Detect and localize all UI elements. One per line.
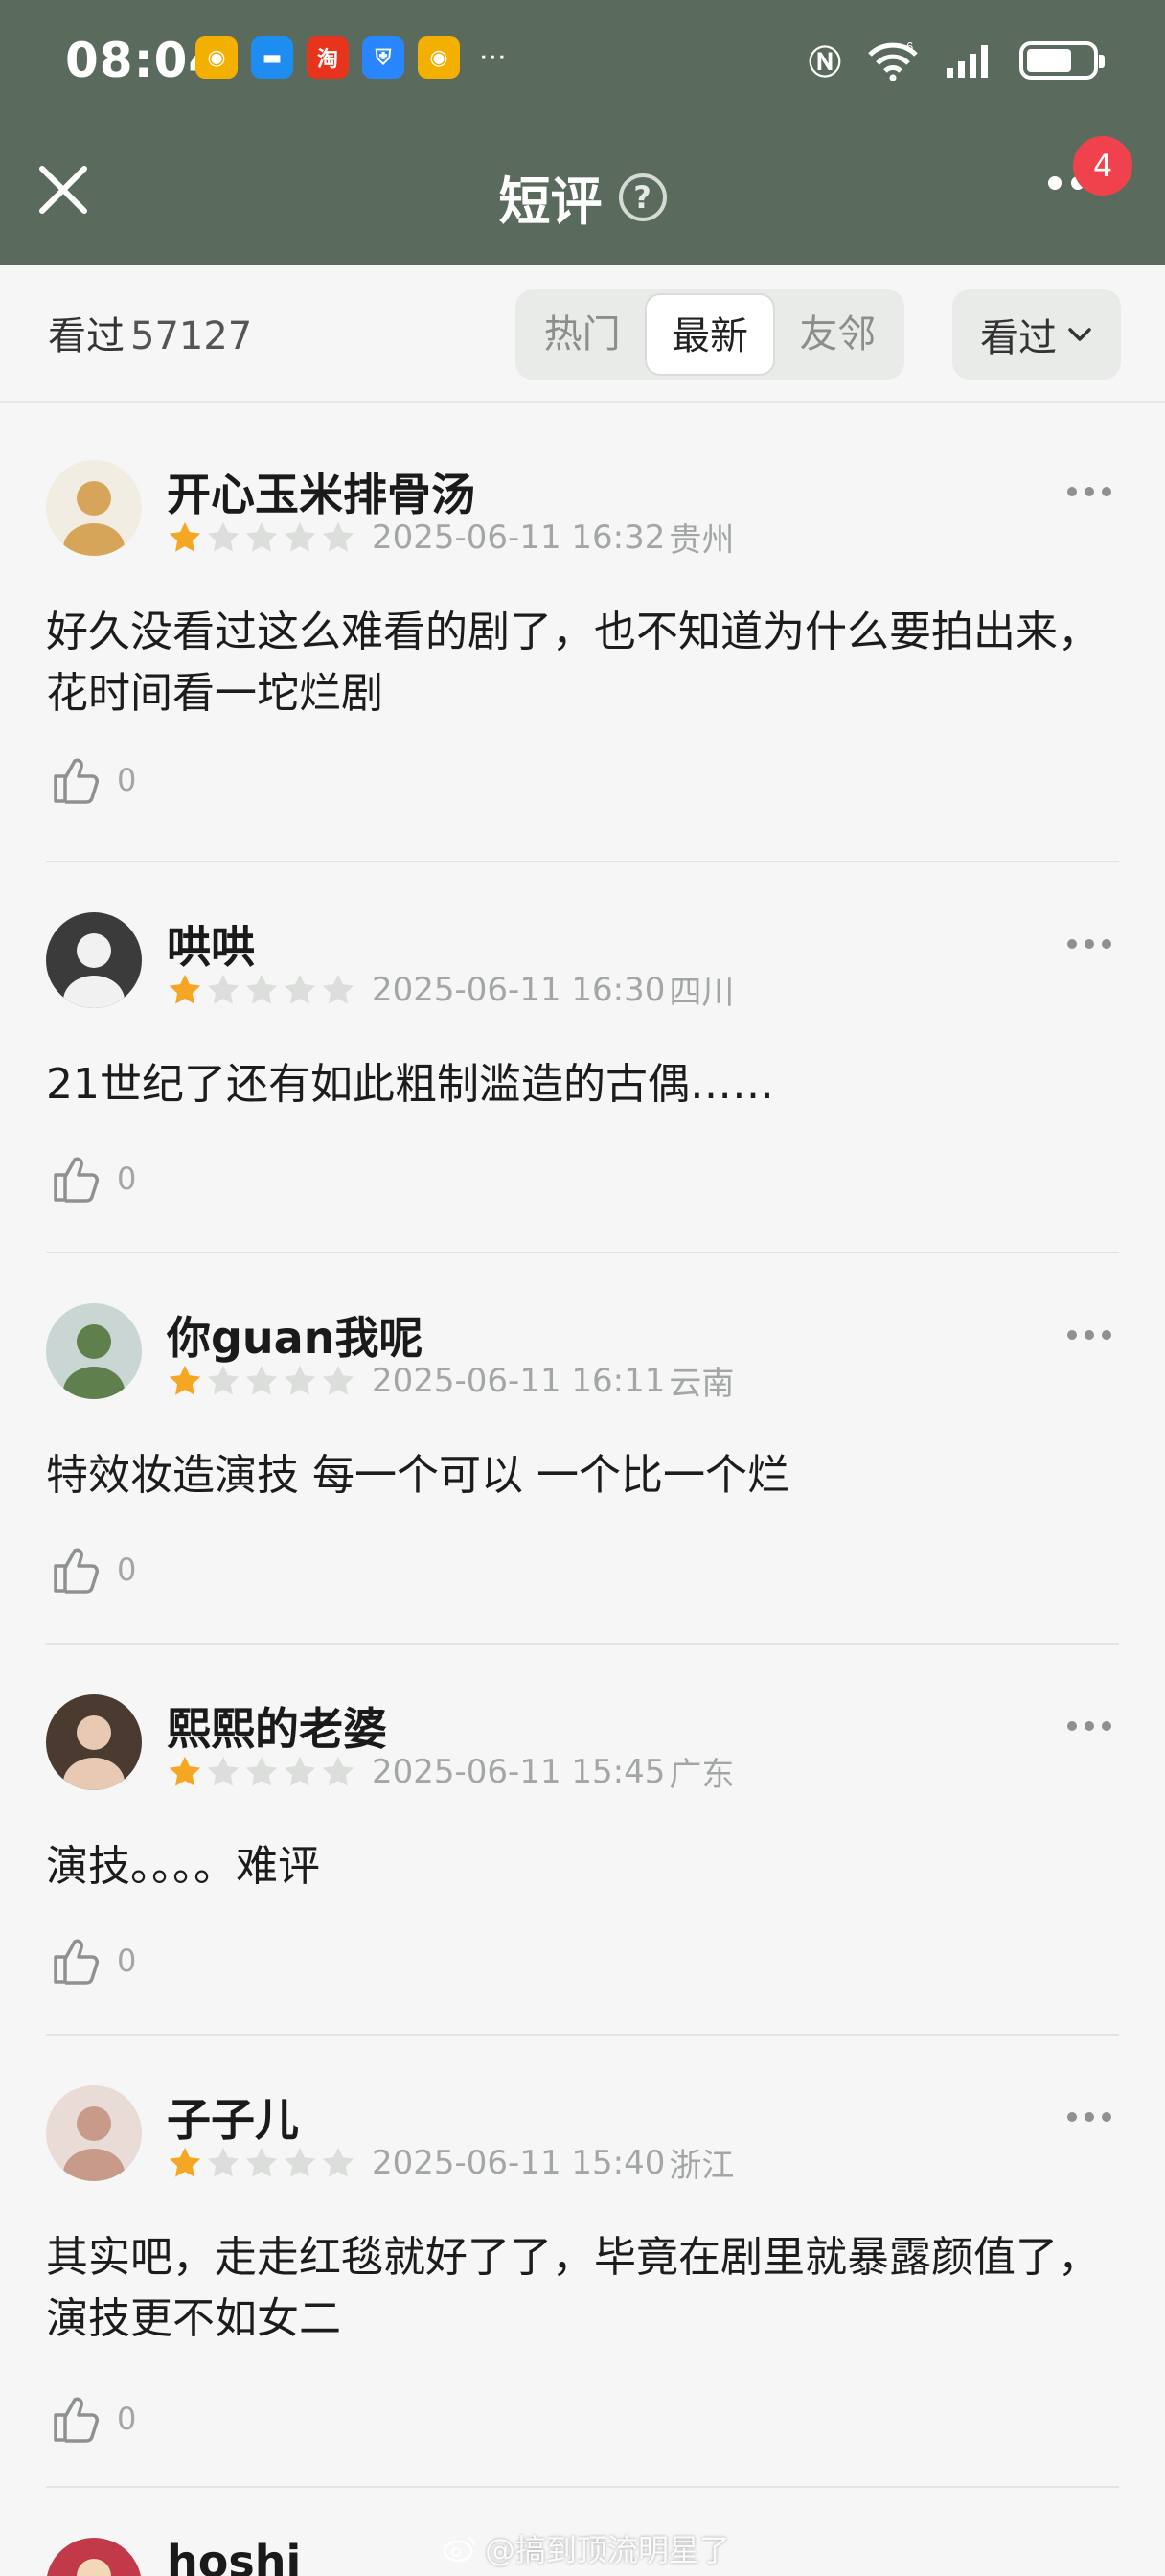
comment-more-button[interactable]	[1067, 2112, 1111, 2122]
comment-date: 2025-06-11 15:45	[372, 1752, 666, 1791]
weibo-icon: ◉	[418, 36, 460, 79]
like-button[interactable]: 0	[50, 753, 136, 807]
battery-icon	[1019, 40, 1105, 80]
username[interactable]: hoshi	[167, 2536, 301, 2576]
comment-more-button[interactable]	[1067, 939, 1111, 949]
thumbs-up-icon	[54, 1939, 99, 1985]
comment-date: 2025-06-11 16:30	[372, 970, 666, 1009]
comment-location: 四川	[669, 974, 735, 1012]
comment-item[interactable]: 子子儿 2025-06-11 15:40 浙江 其实吧，走走红毯就好了了，毕竟在剧里…	[46, 2036, 1119, 2488]
like-count: 0	[117, 1161, 137, 1197]
thumbs-up-icon	[54, 758, 99, 804]
more-notifications-indicator: ···	[479, 40, 507, 75]
comment-more-button[interactable]	[1067, 1721, 1111, 1731]
comment-text: 好久没看过这么难看的剧了，也不知道为什么要拍出来，花时间看一坨烂剧	[46, 608, 1100, 718]
comment-meta: 2025-06-11 16:11 云南	[167, 1357, 734, 1404]
user-avatar[interactable]	[46, 460, 142, 556]
wifi-icon: 6	[868, 39, 918, 80]
help-icon[interactable]: ?	[618, 172, 667, 221]
seen-filter-dropdown[interactable]: 看过	[952, 289, 1121, 380]
comment-location: 贵州	[669, 521, 735, 560]
like-button[interactable]: 0	[50, 1152, 136, 1206]
weibo-logo-icon	[443, 2536, 476, 2563]
star-rating	[167, 2145, 356, 2181]
comment-meta: 2025-06-11 15:40 浙江	[167, 2139, 734, 2186]
comment-date: 2025-06-11 16:11	[372, 1361, 666, 1400]
seen-filter-label: 看过	[980, 316, 1057, 360]
comment-more-button[interactable]	[1067, 487, 1111, 496]
user-avatar[interactable]	[46, 2085, 142, 2181]
page-title: 短评	[498, 172, 603, 232]
tab-latest[interactable]: 最新	[645, 293, 775, 376]
title-bar: 短评 ? 4	[0, 119, 1165, 264]
status-bar: 08:04 ◉ ▬ 淘 ⛨ ◉ ··· Ⓝ 6	[0, 0, 1165, 119]
filter-bar: 看过 57127 热门 最新 友邻 看过	[0, 264, 1165, 402]
thumbs-up-icon	[54, 1548, 99, 1594]
system-icons: Ⓝ 6	[809, 36, 1105, 83]
comment-date: 2025-06-11 15:40	[372, 2143, 666, 2182]
comment-meta: 2025-06-11 16:32 贵州	[167, 514, 734, 561]
thumbs-up-icon	[54, 1157, 99, 1203]
comment-item[interactable]: 你guan我呢 2025-06-11 16:11 云南 特效妆造演技 每一个可以 一…	[46, 1254, 1119, 1644]
star-rating	[167, 972, 356, 1008]
comment-location: 广东	[669, 1756, 735, 1794]
watermark: @搞到顶流明星了	[443, 2526, 730, 2570]
comment-more-button[interactable]	[1067, 1330, 1111, 1340]
like-button[interactable]: 0	[50, 1934, 136, 1988]
like-count: 0	[117, 1943, 137, 1979]
nfc-icon: Ⓝ	[809, 44, 841, 82]
star-rating	[167, 519, 356, 556]
comment-text: 21世纪了还有如此粗制滥造的古偶……	[46, 1060, 774, 1109]
chevron-down-icon	[1068, 328, 1091, 341]
star-rating	[167, 1754, 356, 1790]
weibo-lite-icon: ◉	[195, 36, 238, 79]
watermark-text: @搞到顶流明星了	[485, 2532, 731, 2568]
tab-friends[interactable]: 友邻	[775, 293, 901, 376]
taobao-icon: 淘	[307, 36, 349, 79]
sort-tabs: 热门 最新 友邻	[515, 289, 904, 380]
messages-icon: ▬	[251, 36, 293, 79]
seen-count: 看过 57127	[48, 305, 252, 360]
like-button[interactable]: 0	[50, 2392, 136, 2446]
comment-text: 演技。。。。难评	[46, 1842, 320, 1891]
user-avatar[interactable]	[46, 1694, 142, 1790]
like-count: 0	[117, 1552, 137, 1588]
like-button[interactable]: 0	[50, 1543, 136, 1597]
tab-hot[interactable]: 热门	[519, 293, 645, 376]
user-avatar[interactable]	[46, 1303, 142, 1399]
security-shield-icon: ⛨	[362, 36, 404, 79]
comment-location: 云南	[669, 1365, 735, 1403]
comment-date: 2025-06-11 16:32	[372, 518, 666, 557]
thumbs-up-icon	[54, 2397, 99, 2443]
network-type: 6	[906, 39, 913, 54]
comment-meta: 2025-06-11 15:45 广东	[167, 1748, 734, 1795]
signal-icon	[947, 44, 988, 78]
seen-count-label: 看过	[48, 314, 125, 358]
comment-text: 其实吧，走走红毯就好了了，毕竟在剧里就暴露颜值了，演技更不如女二	[46, 2233, 1100, 2343]
seen-count-number: 57127	[130, 314, 253, 358]
user-avatar[interactable]	[46, 2538, 142, 2576]
comment-text: 特效妆造演技 每一个可以 一个比一个烂	[46, 1451, 789, 1500]
like-count: 0	[117, 762, 137, 798]
comment-meta: 2025-06-11 16:30 四川	[167, 966, 734, 1013]
comment-location: 浙江	[669, 2147, 735, 2185]
user-avatar[interactable]	[46, 912, 142, 1008]
comment-item[interactable]: 开心玉米排骨汤 2025-06-11 16:32 贵州 好久没看过这么难看的剧了，也…	[46, 410, 1119, 862]
comment-item[interactable]: 哄哄 2025-06-11 16:30 四川 21世纪了还有如此粗制滥造的古偶…… …	[46, 862, 1119, 1254]
like-count: 0	[117, 2401, 137, 2437]
notification-icons: ◉ ▬ 淘 ⛨ ◉ ···	[195, 36, 507, 79]
notification-badge: 4	[1073, 136, 1132, 196]
star-rating	[167, 1363, 356, 1399]
comment-item[interactable]: 熙熙的老婆 2025-06-11 15:45 广东 演技。。。。难评 0	[46, 1644, 1119, 2036]
